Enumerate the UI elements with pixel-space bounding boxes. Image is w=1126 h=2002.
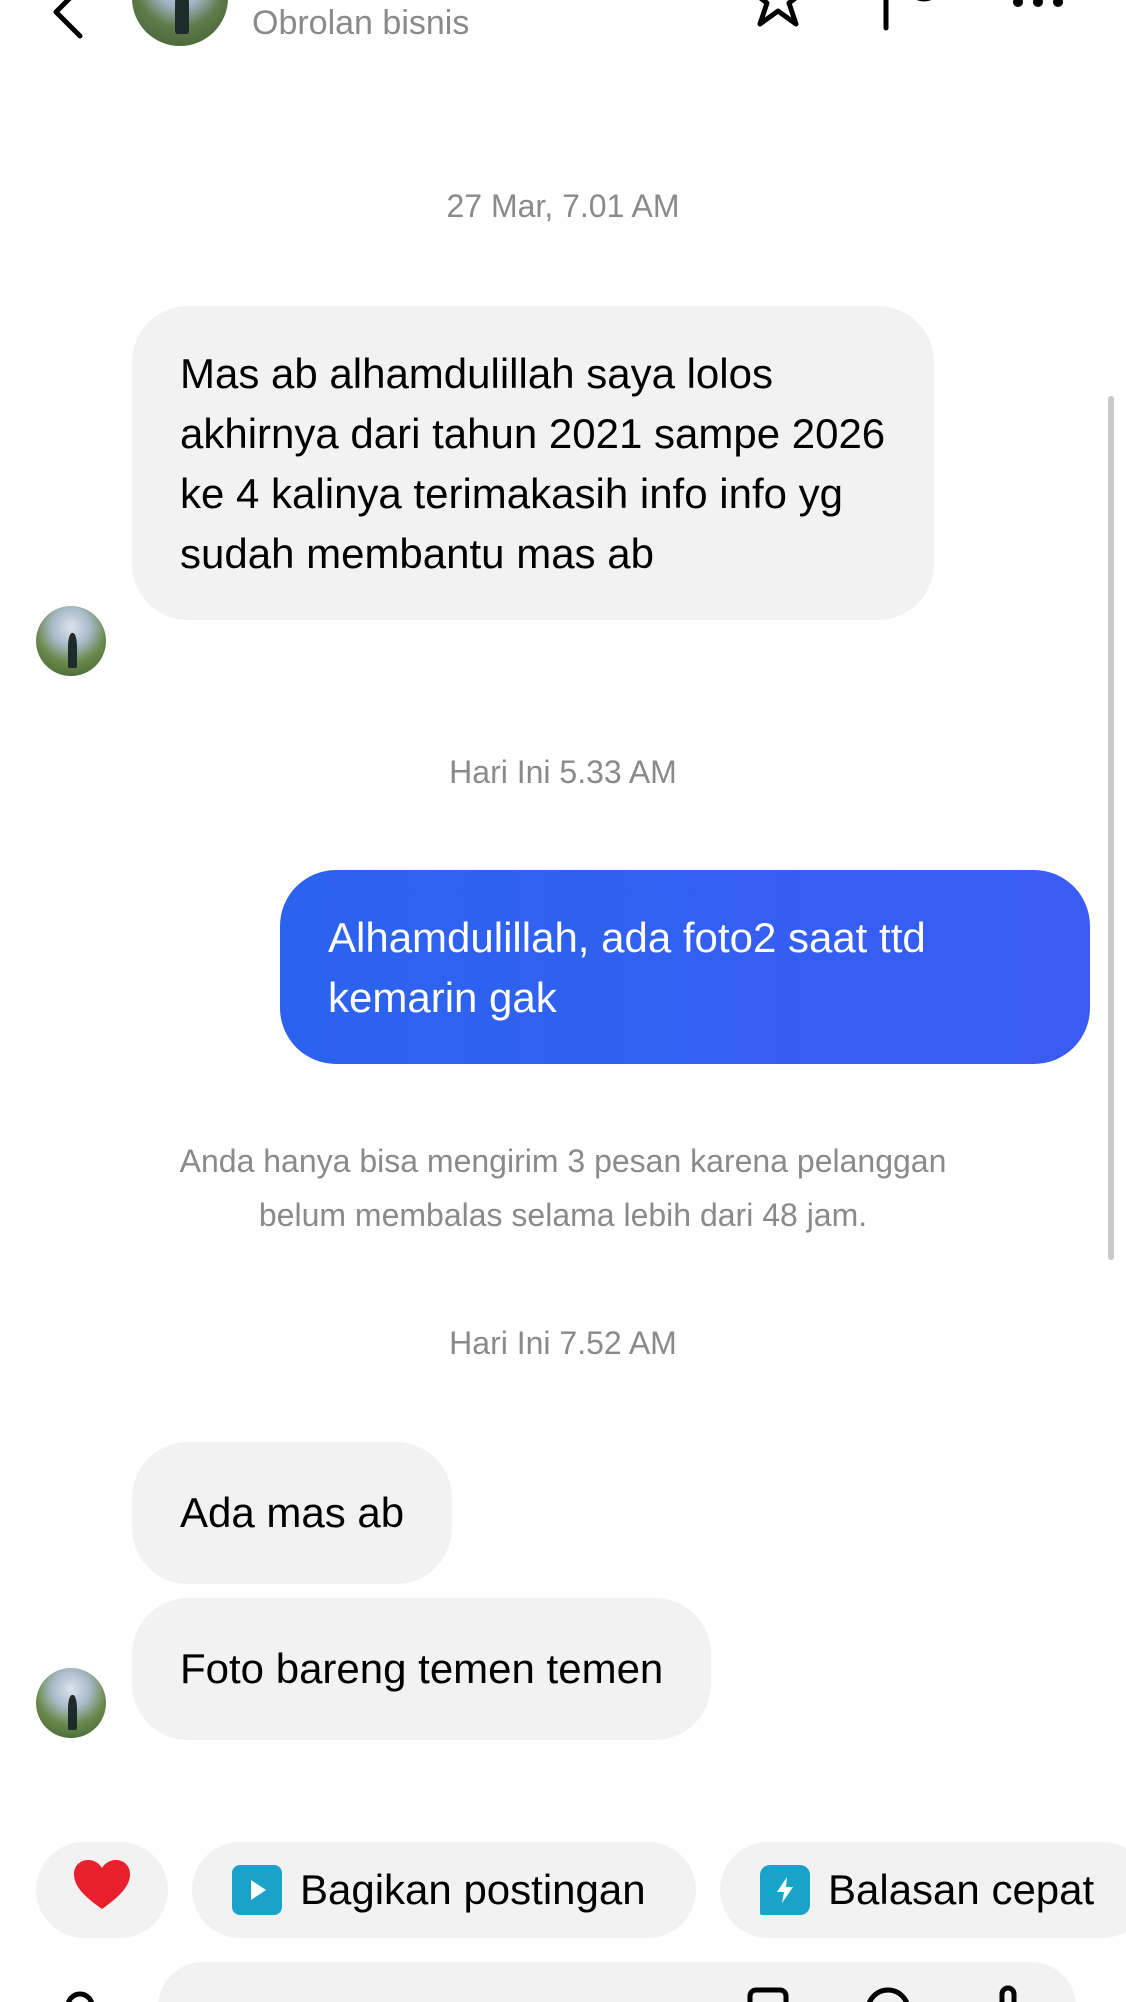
more-icon[interactable]: [1008, 0, 1068, 34]
contact-avatar[interactable]: [132, 0, 228, 46]
contact-avatar-small[interactable]: [36, 1668, 106, 1738]
star-icon[interactable]: [748, 0, 808, 34]
header-subtitle: Obrolan bisnis: [252, 4, 470, 42]
timestamp: 27 Mar, 7.01 AM: [446, 188, 680, 224]
share-post-button[interactable]: Bagikan postingan: [192, 1842, 696, 1938]
quick-reply-icon: [760, 1865, 810, 1915]
back-arrow-icon[interactable]: [40, 0, 100, 40]
microphone-icon[interactable]: [986, 1984, 1030, 2002]
timestamp: Hari Ini 5.33 AM: [449, 754, 677, 790]
incoming-message[interactable]: Ada mas ab: [132, 1442, 453, 1584]
messaging-limit-notice: Anda hanya bisa mengirim 3 pesan karena …: [179, 1143, 947, 1233]
share-post-label: Bagikan postingan: [300, 1866, 646, 1913]
message-input[interactable]: [158, 1962, 1076, 2002]
chat-header: Obrolan bisnis: [0, 0, 1126, 60]
heart-icon: [72, 1859, 132, 1921]
heart-reaction-button[interactable]: [36, 1842, 168, 1938]
quick-reply-label: Balasan cepat: [828, 1866, 1095, 1913]
scrollbar[interactable]: [1108, 396, 1114, 1260]
outgoing-message[interactable]: Alhamdulillah, ada foto2 saat ttd kemari…: [280, 870, 1090, 1064]
flag-icon[interactable]: [878, 0, 938, 34]
camera-icon[interactable]: [58, 1984, 102, 2002]
incoming-message[interactable]: Foto bareng temen temen: [132, 1598, 712, 1740]
sticker-icon[interactable]: [866, 1984, 910, 2002]
contact-avatar-small[interactable]: [36, 606, 106, 676]
timestamp: Hari Ini 7.52 AM: [449, 1325, 677, 1361]
chat-screen: Obrolan bisnis 27 Mar, 7.01 AM Mas ab al…: [0, 0, 1126, 2002]
incoming-message[interactable]: Mas ab alhamdulillah saya lolos akhirnya…: [132, 306, 934, 620]
quick-reply-button[interactable]: Balasan cepat: [720, 1842, 1126, 1938]
share-post-icon: [232, 1865, 282, 1915]
gallery-icon[interactable]: [746, 1984, 790, 2002]
